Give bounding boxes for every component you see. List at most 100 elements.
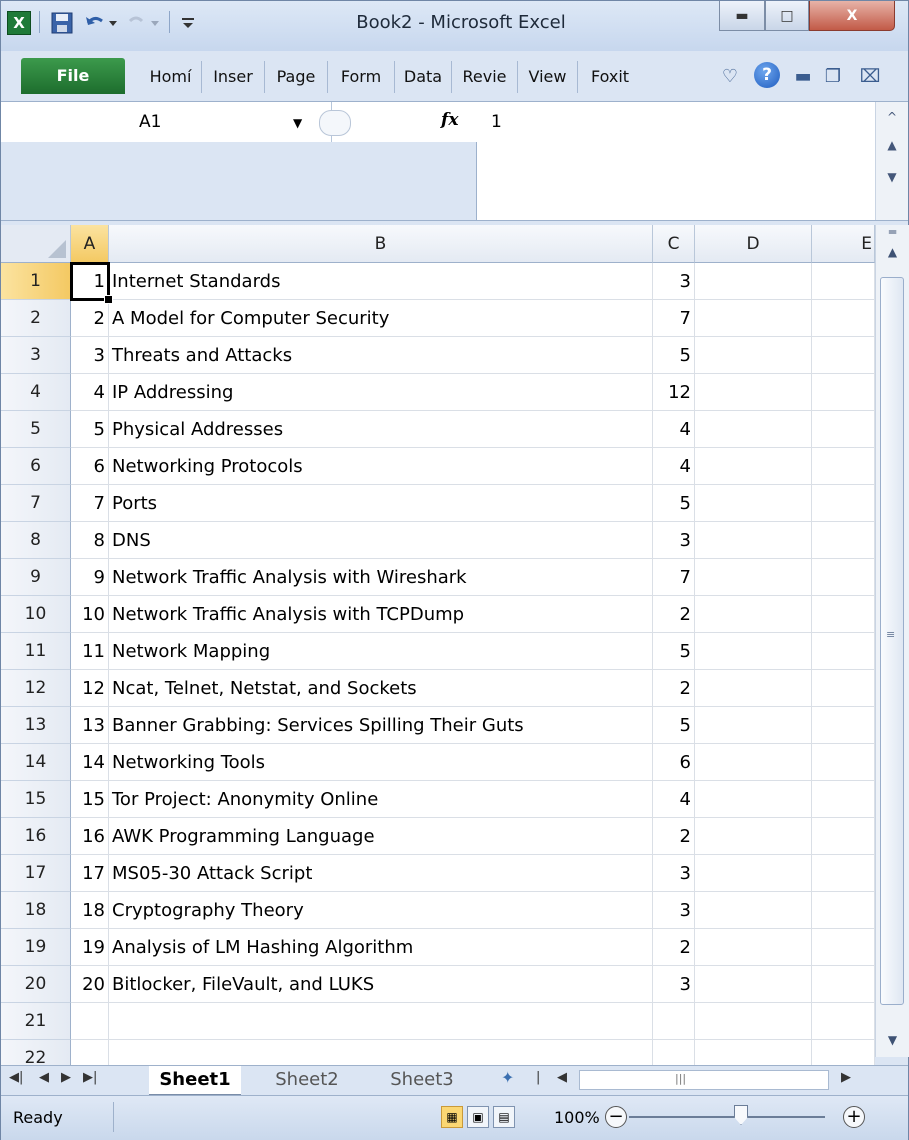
- cell-b6[interactable]: Networking Protocols: [109, 448, 653, 485]
- cell-d2[interactable]: [695, 300, 812, 337]
- next-sheet-icon[interactable]: ▶: [61, 1070, 71, 1085]
- cell-e1[interactable]: [812, 263, 875, 300]
- column-header-a[interactable]: A: [71, 225, 109, 263]
- cell-d12[interactable]: [695, 670, 812, 707]
- tab-home[interactable]: Homí: [140, 61, 202, 93]
- row-header[interactable]: 6: [1, 448, 71, 485]
- cell-c6[interactable]: 4: [653, 448, 695, 485]
- cell-b13[interactable]: Banner Grabbing: Services Spilling Their…: [109, 707, 653, 744]
- zoom-slider-thumb[interactable]: [734, 1105, 748, 1125]
- cell-a8[interactable]: 8: [71, 522, 109, 559]
- zoom-slider[interactable]: [629, 1116, 825, 1118]
- cell-e20[interactable]: [812, 966, 875, 1003]
- cell-c18[interactable]: 3: [653, 892, 695, 929]
- cell-e11[interactable]: [812, 633, 875, 670]
- cell-c21[interactable]: [653, 1003, 695, 1040]
- scroll-down-icon[interactable]: ▼: [876, 170, 908, 184]
- formula-bar-scroll[interactable]: ^ ▲ ▼: [875, 102, 908, 220]
- cell-a21[interactable]: [71, 1003, 109, 1040]
- cell-e6[interactable]: [812, 448, 875, 485]
- row-header[interactable]: 8: [1, 522, 71, 559]
- cell-e13[interactable]: [812, 707, 875, 744]
- scroll-down-icon[interactable]: ▼: [876, 1033, 909, 1053]
- tab-insert[interactable]: Inser: [202, 61, 265, 93]
- workbook-minimize-icon[interactable]: ▬: [791, 63, 815, 91]
- save-icon[interactable]: [49, 10, 75, 36]
- formula-input[interactable]: 1: [491, 112, 502, 132]
- customize-icon[interactable]: [177, 10, 199, 36]
- cell-c5[interactable]: 4: [653, 411, 695, 448]
- cell-c2[interactable]: 7: [653, 300, 695, 337]
- cell-e19[interactable]: [812, 929, 875, 966]
- cell-c22[interactable]: [653, 1040, 695, 1065]
- cell-c16[interactable]: 2: [653, 818, 695, 855]
- chevron-up-icon[interactable]: ^: [876, 110, 908, 124]
- cell-d22[interactable]: [695, 1040, 812, 1065]
- cell-d3[interactable]: [695, 337, 812, 374]
- excel-logo-icon[interactable]: X: [7, 11, 31, 35]
- cell-c1[interactable]: 3: [653, 263, 695, 300]
- cell-e18[interactable]: [812, 892, 875, 929]
- minimize-button[interactable]: ▬: [719, 1, 765, 31]
- cell-a15[interactable]: 15: [71, 781, 109, 818]
- cell-e17[interactable]: [812, 855, 875, 892]
- cell-c15[interactable]: 4: [653, 781, 695, 818]
- cell-e5[interactable]: [812, 411, 875, 448]
- workbook-restore-icon[interactable]: ❐: [821, 63, 845, 91]
- worksheet-grid[interactable]: A B C D E 1 1 Internet Standards 3 2 2 A Model…: [1, 225, 875, 1065]
- cell-a18[interactable]: 18: [71, 892, 109, 929]
- row-header[interactable]: 2: [1, 300, 71, 337]
- scroll-up-icon[interactable]: ▲: [876, 245, 909, 265]
- prev-sheet-icon[interactable]: ◀: [39, 1070, 49, 1085]
- cell-a12[interactable]: 12: [71, 670, 109, 707]
- cell-b14[interactable]: Networking Tools: [109, 744, 653, 781]
- row-header[interactable]: 12: [1, 670, 71, 707]
- cell-d7[interactable]: [695, 485, 812, 522]
- cell-d6[interactable]: [695, 448, 812, 485]
- cell-b19[interactable]: Analysis of LM Hashing Algorithm: [109, 929, 653, 966]
- cell-a16[interactable]: 16: [71, 818, 109, 855]
- scroll-left-icon[interactable]: ◀: [557, 1070, 567, 1085]
- tab-review[interactable]: Revie: [452, 61, 518, 93]
- cell-a20[interactable]: 20: [71, 966, 109, 1003]
- row-header[interactable]: 1: [1, 263, 71, 300]
- row-header[interactable]: 15: [1, 781, 71, 818]
- cell-b1[interactable]: Internet Standards: [109, 263, 653, 300]
- row-header[interactable]: 21: [1, 1003, 71, 1040]
- cell-c4[interactable]: 12: [653, 374, 695, 411]
- row-header[interactable]: 11: [1, 633, 71, 670]
- workbook-close-icon[interactable]: ⌧: [856, 63, 884, 91]
- cell-b15[interactable]: Tor Project: Anonymity Online: [109, 781, 653, 818]
- cell-a14[interactable]: 14: [71, 744, 109, 781]
- insert-function-icon[interactable]: fx: [441, 110, 458, 130]
- cell-b8[interactable]: DNS: [109, 522, 653, 559]
- cell-d20[interactable]: [695, 966, 812, 1003]
- row-header[interactable]: 17: [1, 855, 71, 892]
- tab-data[interactable]: Data: [395, 61, 452, 93]
- cell-b3[interactable]: Threats and Attacks: [109, 337, 653, 374]
- cell-c11[interactable]: 5: [653, 633, 695, 670]
- zoom-in-button[interactable]: +: [843, 1106, 865, 1128]
- cell-d18[interactable]: [695, 892, 812, 929]
- cell-b20[interactable]: Bitlocker, FileVault, and LUKS: [109, 966, 653, 1003]
- cell-e10[interactable]: [812, 596, 875, 633]
- cell-a17[interactable]: 17: [71, 855, 109, 892]
- cell-b12[interactable]: Ncat, Telnet, Netstat, and Sockets: [109, 670, 653, 707]
- scroll-right-icon[interactable]: ▶: [841, 1070, 851, 1085]
- cell-a4[interactable]: 4: [71, 374, 109, 411]
- row-header[interactable]: 20: [1, 966, 71, 1003]
- page-layout-view-icon[interactable]: ▣: [467, 1106, 489, 1128]
- split-handle-icon[interactable]: ═: [876, 225, 909, 245]
- cell-d10[interactable]: [695, 596, 812, 633]
- sheet-tab-2[interactable]: Sheet2: [259, 1066, 355, 1094]
- column-header-b[interactable]: B: [109, 225, 653, 263]
- cell-e14[interactable]: [812, 744, 875, 781]
- cell-c12[interactable]: 2: [653, 670, 695, 707]
- tab-view[interactable]: View: [518, 61, 578, 93]
- insert-sheet-icon[interactable]: ✦: [501, 1068, 514, 1087]
- sheet-tab-3[interactable]: Sheet3: [373, 1066, 471, 1094]
- close-button[interactable]: X: [809, 1, 895, 31]
- cell-a9[interactable]: 9: [71, 559, 109, 596]
- cell-e16[interactable]: [812, 818, 875, 855]
- cell-b9[interactable]: Network Traffic Analysis with Wireshark: [109, 559, 653, 596]
